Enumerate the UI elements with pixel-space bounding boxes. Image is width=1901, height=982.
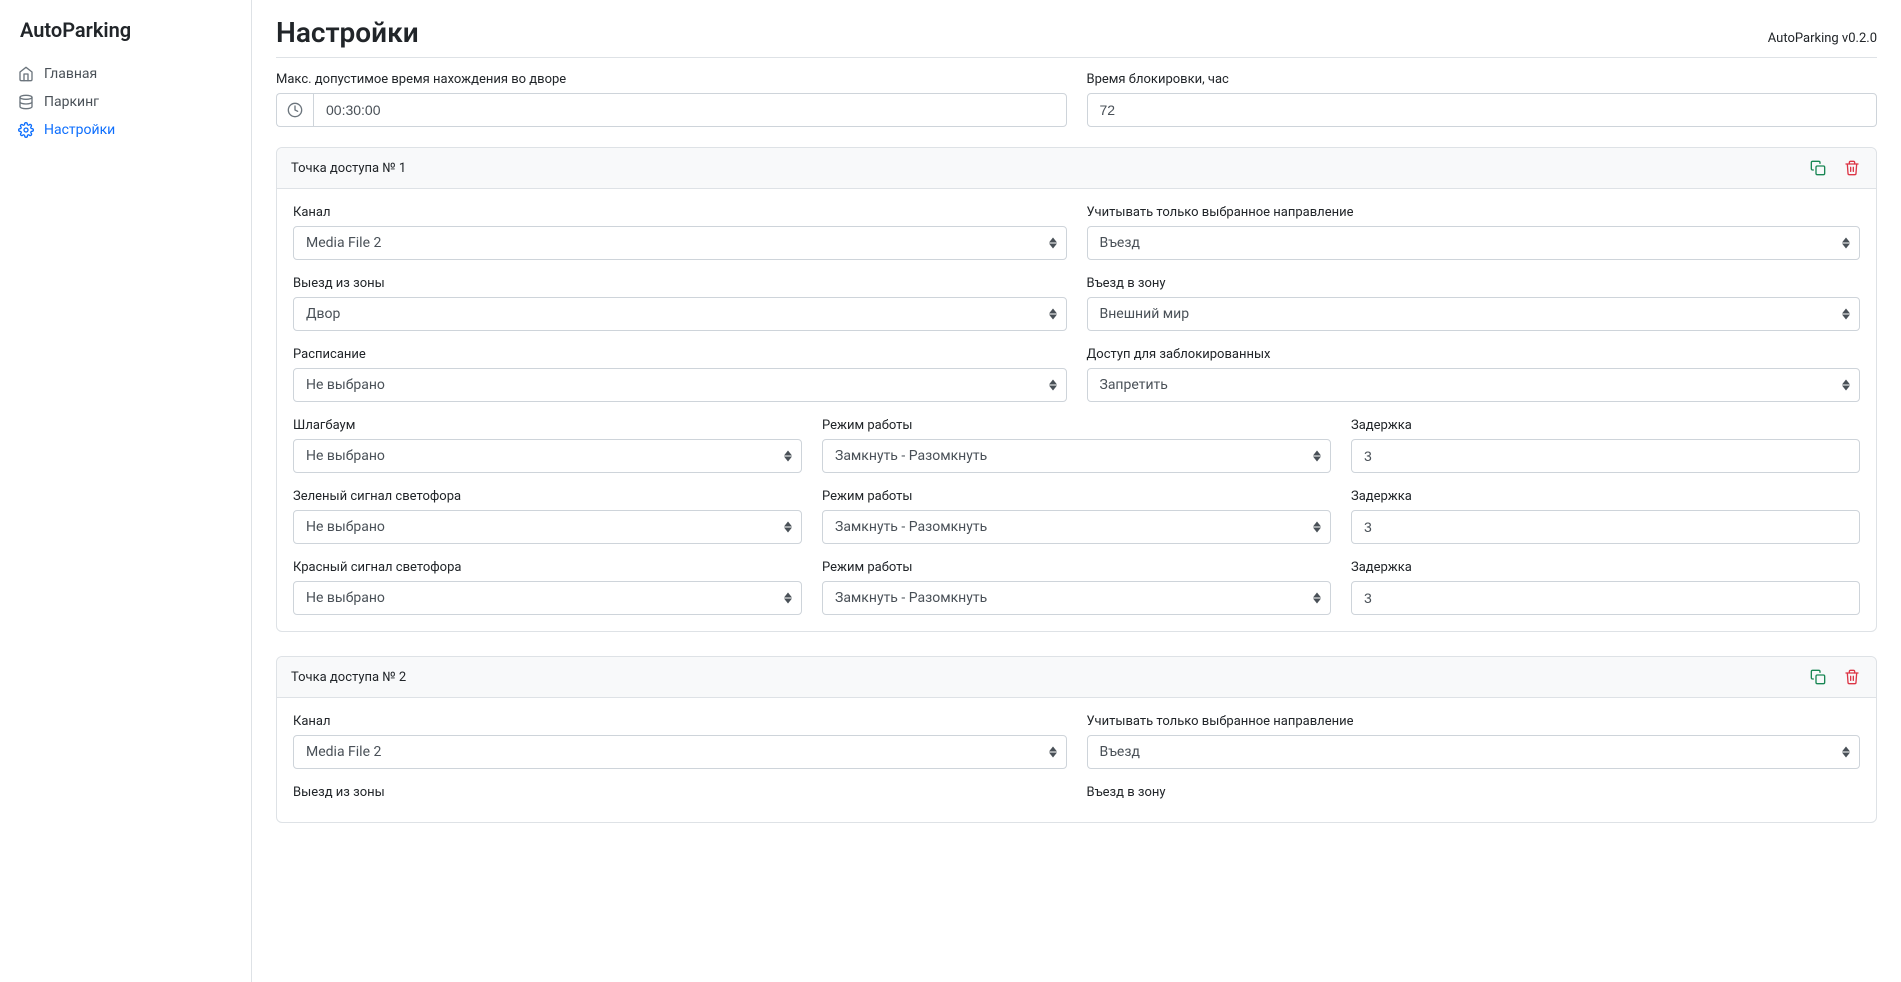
home-icon [18,66,34,82]
copy-button[interactable] [1808,158,1828,178]
access-point-title: Точка доступа № 1 [291,161,406,176]
blocked-access-label: Доступ для заблокированных [1087,347,1861,362]
barrier-label: Шлагбаум [293,418,802,433]
sidebar-item-label: Настройки [44,122,115,138]
channel-label: Канал [293,714,1067,729]
exit-zone-label: Выезд из зоны [293,785,1067,800]
red-mode-select[interactable]: Замкнуть - Разомкнуть [822,581,1331,615]
entry-zone-label: Въезд в зону [1087,276,1861,291]
sidebar-item-home[interactable]: Главная [0,60,251,88]
mode-label: Режим работы [822,418,1331,433]
copy-button[interactable] [1808,667,1828,687]
barrier-mode-select[interactable]: Замкнуть - Разомкнуть [822,439,1331,473]
direction-select[interactable]: Въезд [1087,226,1861,260]
block-time-label: Время блокировки, час [1087,72,1878,87]
green-light-label: Зеленый сигнал светофора [293,489,802,504]
brand-title: AutoParking [0,10,251,60]
delay-label: Задержка [1351,418,1860,433]
channel-select[interactable]: Media File 2 [293,226,1067,260]
direction-label: Учитывать только выбранное направление [1087,714,1861,729]
mode-label: Режим работы [822,560,1331,575]
entry-zone-label: Въезд в зону [1087,785,1861,800]
sidebar-item-label: Паркинг [44,94,99,110]
delay-label: Задержка [1351,560,1860,575]
direction-select[interactable]: Въезд [1087,735,1861,769]
sidebar-item-settings[interactable]: Настройки [0,116,251,144]
delete-button[interactable] [1842,158,1862,178]
max-time-label: Макс. допустимое время нахождения во дво… [276,72,1067,87]
green-delay-input[interactable] [1351,510,1860,544]
red-light-label: Красный сигнал светофора [293,560,802,575]
exit-zone-select[interactable]: Двор [293,297,1067,331]
clock-icon [276,93,313,127]
block-time-input[interactable] [1087,93,1878,127]
direction-label: Учитывать только выбранное направление [1087,205,1861,220]
blocked-access-select[interactable]: Запретить [1087,368,1861,402]
red-light-select[interactable]: Не выбрано [293,581,802,615]
access-point-card: Точка доступа № 2 Канал Media File 2 [276,656,1877,823]
delay-label: Задержка [1351,489,1860,504]
version-label: AutoParking v0.2.0 [1768,31,1877,46]
sidebar-item-parking[interactable]: Паркинг [0,88,251,116]
delete-button[interactable] [1842,667,1862,687]
schedule-label: Расписание [293,347,1067,362]
channel-select[interactable]: Media File 2 [293,735,1067,769]
page-title: Настройки [276,16,419,49]
max-time-input[interactable] [313,93,1067,127]
schedule-select[interactable]: Не выбрано [293,368,1067,402]
barrier-select[interactable]: Не выбрано [293,439,802,473]
exit-zone-label: Выезд из зоны [293,276,1067,291]
database-icon [18,94,34,110]
gear-icon [18,122,34,138]
entry-zone-select[interactable]: Внешний мир [1087,297,1861,331]
green-mode-select[interactable]: Замкнуть - Разомкнуть [822,510,1331,544]
red-delay-input[interactable] [1351,581,1860,615]
sidebar: AutoParking Главная Паркинг Настройки [0,0,252,982]
sidebar-item-label: Главная [44,66,97,82]
channel-label: Канал [293,205,1067,220]
barrier-delay-input[interactable] [1351,439,1860,473]
main-content: Настройки AutoParking v0.2.0 Макс. допус… [252,0,1901,982]
access-point-title: Точка доступа № 2 [291,670,406,685]
access-point-card: Точка доступа № 1 Канал Media File 2 [276,147,1877,632]
green-light-select[interactable]: Не выбрано [293,510,802,544]
mode-label: Режим работы [822,489,1331,504]
